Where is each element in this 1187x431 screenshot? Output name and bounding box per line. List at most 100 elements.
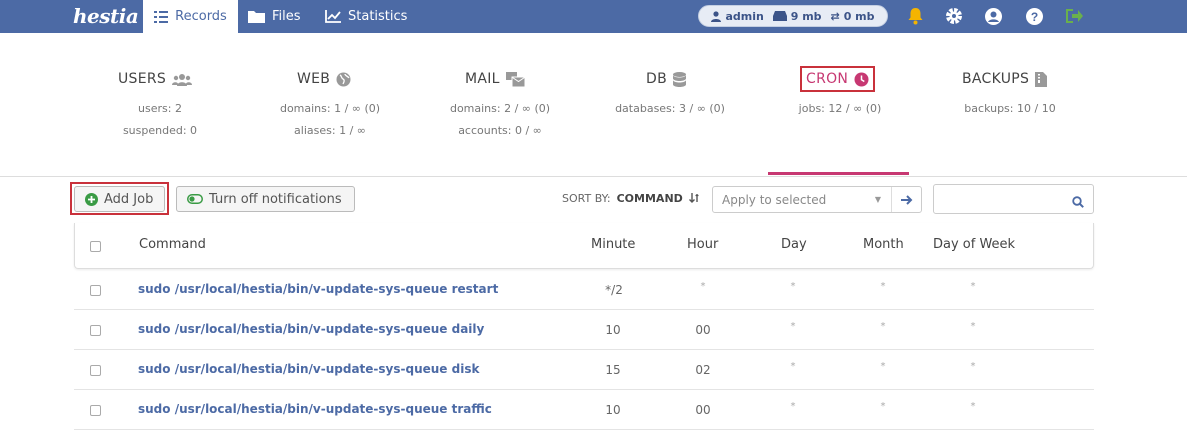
stat-cron[interactable]: CRON bbox=[800, 66, 876, 92]
stat-mail-line-1: domains: 2 / ∞ (0) bbox=[449, 102, 551, 115]
row-day: * bbox=[790, 401, 796, 412]
bell-icon bbox=[908, 8, 922, 25]
select-all-checkbox[interactable] bbox=[90, 241, 101, 252]
stat-web[interactable]: WEB bbox=[297, 66, 351, 92]
bandwidth-usage: 0 mb bbox=[843, 9, 875, 23]
chart-icon bbox=[325, 10, 341, 23]
stat-users-line-2: suspended: 0 bbox=[122, 124, 198, 137]
tab-files-label: Files bbox=[272, 9, 301, 24]
turn-off-notifications-label: Turn off notifications bbox=[209, 191, 342, 207]
logout-icon bbox=[1066, 9, 1083, 23]
apply-button[interactable] bbox=[891, 187, 921, 212]
user-stats-pill[interactable]: admin 9 mb ⇄ 0 mb bbox=[698, 5, 888, 27]
row-command[interactable]: sudo /usr/local/hestia/bin/v-update-sys-… bbox=[138, 282, 498, 296]
stat-db-line-1: databases: 3 / ∞ (0) bbox=[615, 102, 725, 115]
row-day: * bbox=[790, 321, 796, 332]
header-command[interactable]: Command bbox=[139, 237, 206, 252]
tab-statistics[interactable]: Statistics bbox=[325, 0, 407, 33]
row-minute: 10 bbox=[605, 403, 621, 417]
turn-off-notifications-button[interactable]: Turn off notifications bbox=[176, 186, 355, 212]
profile-button[interactable] bbox=[983, 6, 1003, 26]
stat-web-line-1: domains: 1 / ∞ (0) bbox=[279, 102, 381, 115]
user-circle-icon bbox=[984, 7, 1002, 25]
stats-divider bbox=[0, 176, 1187, 177]
globe-icon bbox=[336, 72, 351, 86]
stat-backups-title: BACKUPS bbox=[962, 71, 1030, 87]
user-segment: admin bbox=[711, 10, 764, 23]
exchange-icon: ⇄ bbox=[830, 9, 840, 23]
header-day-of-week[interactable]: Day of Week bbox=[933, 237, 1015, 252]
stat-mail[interactable]: MAIL bbox=[465, 66, 525, 92]
row-hour: 02 bbox=[695, 363, 711, 377]
stat-db-title: DB bbox=[646, 71, 667, 87]
user-icon bbox=[711, 10, 722, 22]
stat-users[interactable]: USERS bbox=[118, 66, 193, 92]
clock-icon bbox=[854, 72, 869, 86]
row-checkbox[interactable] bbox=[90, 325, 101, 336]
row-month: * bbox=[880, 281, 886, 292]
tab-statistics-label: Statistics bbox=[348, 9, 408, 24]
header-minute[interactable]: Minute bbox=[591, 237, 635, 252]
help-icon: ? bbox=[1025, 7, 1043, 25]
sort-arrows-icon bbox=[688, 193, 699, 203]
header-day[interactable]: Day bbox=[781, 237, 807, 252]
row-month: * bbox=[880, 321, 886, 332]
header-month[interactable]: Month bbox=[863, 237, 904, 252]
notifications-button[interactable] bbox=[905, 6, 925, 26]
stat-users-line-1: users: 2 bbox=[138, 102, 182, 115]
row-hour: 00 bbox=[695, 323, 711, 337]
row-day-of-week: * bbox=[970, 321, 976, 332]
hestia-logo[interactable]: hestia bbox=[73, 2, 139, 30]
search-button[interactable] bbox=[1072, 193, 1084, 212]
gear-icon bbox=[946, 8, 962, 24]
top-navigation-bar: hestia Records Files Statistics admin 9 … bbox=[0, 0, 1187, 33]
sort-by-control[interactable]: SORT BY: COMMAND bbox=[562, 192, 700, 205]
stat-cron-title: CRON bbox=[806, 71, 849, 87]
disk-segment: 9 mb bbox=[772, 10, 822, 23]
help-button[interactable]: ? bbox=[1024, 6, 1044, 26]
row-command[interactable]: sudo /usr/local/hestia/bin/v-update-sys-… bbox=[138, 402, 492, 416]
records-icon bbox=[154, 10, 169, 23]
stat-mail-line-2: accounts: 0 / ∞ bbox=[458, 124, 542, 137]
table-header: Command Minute Hour Day Month Day of Wee… bbox=[74, 223, 1094, 269]
tab-files[interactable]: Files bbox=[248, 0, 301, 33]
svg-text:?: ? bbox=[1030, 10, 1037, 24]
search-input[interactable] bbox=[933, 184, 1094, 214]
bandwidth-segment: ⇄ 0 mb bbox=[830, 10, 874, 23]
table-row[interactable]: sudo /usr/local/hestia/bin/v-update-sys-… bbox=[74, 270, 1094, 310]
hdd-icon bbox=[772, 11, 787, 21]
apply-to-selected-select[interactable]: Apply to selected ▼ bbox=[712, 186, 922, 213]
arrow-right-icon bbox=[900, 194, 912, 205]
tab-records[interactable]: Records bbox=[143, 0, 238, 33]
row-checkbox[interactable] bbox=[90, 365, 101, 376]
settings-button[interactable] bbox=[944, 6, 964, 26]
add-job-button[interactable]: Add Job bbox=[74, 186, 165, 212]
row-day-of-week: * bbox=[970, 281, 976, 292]
stat-mail-title: MAIL bbox=[465, 71, 500, 87]
apply-to-selected-text: Apply to selected bbox=[722, 192, 827, 207]
header-hour[interactable]: Hour bbox=[687, 237, 718, 252]
table-row[interactable]: sudo /usr/local/hestia/bin/v-update-sys-… bbox=[74, 390, 1094, 430]
logout-button[interactable] bbox=[1064, 6, 1084, 26]
stat-cron-line-1: jobs: 12 / ∞ (0) bbox=[798, 102, 882, 115]
stat-backups-line-1: backups: 10 / 10 bbox=[964, 102, 1056, 115]
table-row[interactable]: sudo /usr/local/hestia/bin/v-update-sys-… bbox=[74, 350, 1094, 390]
row-day-of-week: * bbox=[970, 401, 976, 412]
row-command[interactable]: sudo /usr/local/hestia/bin/v-update-sys-… bbox=[138, 362, 479, 376]
database-icon bbox=[673, 71, 686, 87]
row-day: * bbox=[790, 361, 796, 372]
stat-web-line-2: aliases: 1 / ∞ bbox=[294, 124, 366, 137]
table-row[interactable]: sudo /usr/local/hestia/bin/v-update-sys-… bbox=[74, 310, 1094, 350]
stat-backups[interactable]: BACKUPS bbox=[962, 66, 1048, 92]
row-hour: * bbox=[700, 281, 706, 292]
row-checkbox[interactable] bbox=[90, 405, 101, 416]
row-minute: 10 bbox=[605, 323, 621, 337]
toggle-icon bbox=[187, 194, 203, 204]
row-day: * bbox=[790, 281, 796, 292]
row-command[interactable]: sudo /usr/local/hestia/bin/v-update-sys-… bbox=[138, 322, 484, 336]
row-checkbox[interactable] bbox=[90, 285, 101, 296]
folder-icon bbox=[248, 11, 265, 23]
plus-circle-icon bbox=[85, 192, 98, 206]
stat-db[interactable]: DB bbox=[646, 66, 686, 92]
sort-by-label: SORT BY: bbox=[562, 192, 611, 205]
